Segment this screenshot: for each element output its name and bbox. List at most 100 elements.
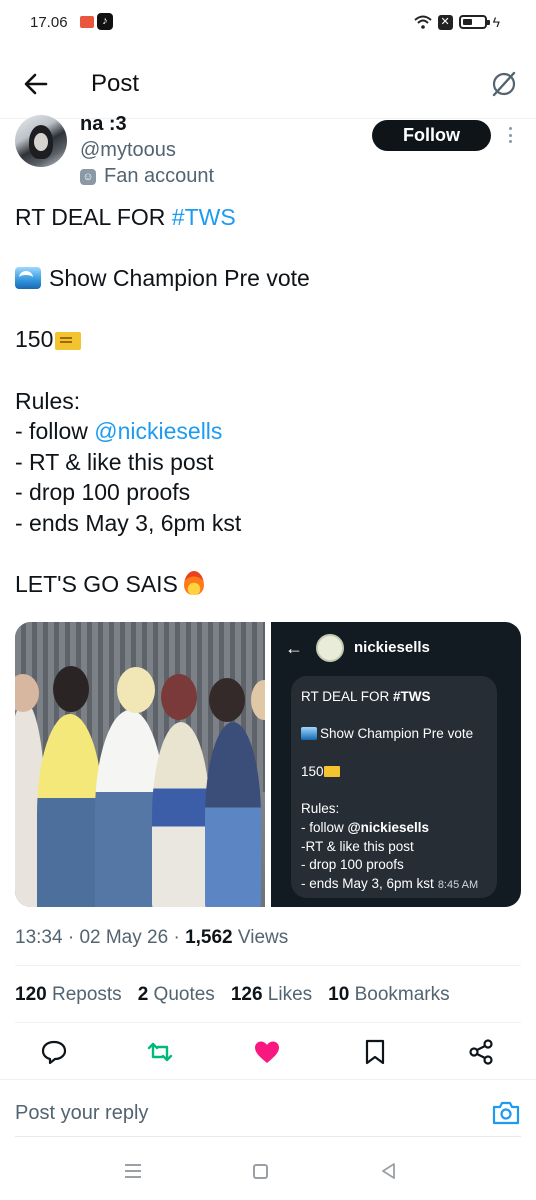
hashtag-link[interactable]: #TWS bbox=[172, 204, 236, 230]
likes-stat[interactable]: 126 Likes bbox=[231, 984, 312, 1006]
ss-rule-3: - drop 100 proofs bbox=[301, 857, 404, 873]
views-label: Views bbox=[237, 927, 289, 948]
ticket-icon bbox=[323, 765, 340, 777]
no-sim-icon: ✕ bbox=[437, 14, 453, 30]
share-icon[interactable] bbox=[466, 1037, 496, 1067]
status-time: 17.06 bbox=[30, 14, 68, 31]
arrow-left-icon: ← bbox=[285, 638, 303, 658]
photo-person bbox=[37, 714, 103, 907]
like-heart-icon[interactable] bbox=[252, 1037, 282, 1067]
rule-2: - RT & like this post bbox=[15, 448, 214, 475]
photo-head bbox=[53, 666, 89, 712]
water-wave-icon bbox=[15, 267, 41, 290]
reposts-label: Reposts bbox=[51, 984, 122, 1005]
system-nav-bar bbox=[0, 1148, 536, 1200]
dm-screenshot[interactable]: ← nickiesells RT DEAL FOR #TWS Show Cham… bbox=[271, 622, 521, 907]
page-title: Post bbox=[91, 70, 140, 97]
divider bbox=[15, 1022, 521, 1023]
bookmark-icon[interactable] bbox=[360, 1037, 390, 1067]
bookmarks-label: Bookmarks bbox=[354, 984, 450, 1005]
tweet-line-3: 150 bbox=[15, 324, 521, 355]
rule-1: - follow @nickiesells bbox=[15, 416, 521, 447]
author-name[interactable]: na :3 bbox=[80, 113, 127, 136]
reply-icon[interactable] bbox=[39, 1037, 69, 1067]
photo-head bbox=[117, 667, 155, 713]
media-grid: ← nickiesells RT DEAL FOR #TWS Show Cham… bbox=[15, 622, 521, 907]
ss-rule-4: - ends May 3, 6pm kst 8:45 AM bbox=[301, 875, 487, 894]
avatar-face bbox=[34, 133, 48, 151]
more-options-icon[interactable] bbox=[504, 124, 516, 146]
back-triangle-icon[interactable] bbox=[380, 1162, 398, 1180]
divider bbox=[15, 1136, 521, 1137]
ss-rule-4-text: - ends May 3, 6pm kst bbox=[301, 875, 434, 891]
bookmarks-count: 10 bbox=[328, 984, 350, 1005]
tweet-line-1: RT DEAL FOR #TWS bbox=[15, 202, 521, 233]
quotes-label: Quotes bbox=[153, 984, 215, 1005]
rules-title: Rules: bbox=[15, 387, 81, 414]
ss-mention: @nickiesells bbox=[347, 819, 429, 835]
ss-rule-1: - follow @nickiesells bbox=[301, 819, 487, 838]
nickiesells-avatar bbox=[316, 634, 344, 662]
tweet-text: RT DEAL FOR #TWS Show Champion Pre vote … bbox=[15, 202, 521, 600]
rule-4: - ends May 3, 6pm kst bbox=[15, 509, 242, 536]
grok-icon[interactable] bbox=[490, 70, 518, 98]
likes-label: Likes bbox=[267, 984, 313, 1005]
tweet-text-prefix: RT DEAL FOR bbox=[15, 204, 172, 230]
engagement-stats: 120 Reposts 2 Quotes 126 Likes 10 Bookma… bbox=[15, 984, 450, 1006]
quotes-count: 2 bbox=[137, 984, 149, 1005]
photo-head bbox=[161, 674, 197, 720]
repost-icon[interactable] bbox=[145, 1037, 175, 1067]
arrow-left-icon[interactable] bbox=[22, 70, 50, 98]
ss-line-2: Show Champion Pre vote bbox=[301, 725, 487, 744]
closing-text: LET'S GO SAIS bbox=[15, 571, 178, 598]
screenshot-account-name: nickiesells bbox=[354, 639, 430, 656]
fire-icon bbox=[183, 571, 204, 596]
post-meta: 13:34 · 02 May 26 · 1,562 Views bbox=[15, 927, 289, 948]
author-handle[interactable]: @mytoous bbox=[80, 139, 176, 162]
recent-apps-icon[interactable] bbox=[125, 1164, 141, 1178]
top-bar: Post bbox=[0, 58, 536, 114]
likes-count: 126 bbox=[230, 984, 263, 1005]
rule-3: - drop 100 proofs bbox=[15, 479, 191, 506]
post-date: 02 May 26 bbox=[79, 927, 169, 948]
tweet-line-2-text: Show Champion Pre vote bbox=[49, 265, 310, 292]
divider bbox=[0, 1079, 536, 1080]
ss-line-3: 150 bbox=[301, 763, 487, 782]
reply-input[interactable]: Post your reply bbox=[15, 1102, 148, 1125]
mention-link[interactable]: @nickiesells bbox=[94, 418, 222, 444]
status-right: ✕ ϟ bbox=[413, 13, 500, 31]
avatar[interactable] bbox=[15, 115, 67, 167]
ss-rule-2: -RT & like this post bbox=[301, 838, 414, 854]
notification-app-icon bbox=[80, 16, 94, 28]
charging-icon: ϟ bbox=[492, 14, 500, 30]
bookmarks-stat[interactable]: 10 Bookmarks bbox=[328, 984, 449, 1006]
rule-1-prefix: - follow bbox=[15, 418, 95, 445]
wifi-icon bbox=[413, 15, 432, 29]
home-icon[interactable] bbox=[253, 1164, 268, 1179]
action-bar bbox=[0, 1034, 536, 1070]
reposts-stat[interactable]: 120 Reposts bbox=[15, 984, 122, 1006]
ss-line-1: RT DEAL FOR #TWS bbox=[301, 688, 487, 707]
ss-line-1-prefix: RT DEAL FOR bbox=[301, 689, 394, 704]
tweet-closing: LET'S GO SAIS bbox=[15, 569, 521, 600]
quotes-stat[interactable]: 2 Quotes bbox=[138, 984, 215, 1006]
ss-rules-title: Rules: bbox=[301, 801, 340, 817]
group-photo[interactable] bbox=[15, 622, 265, 907]
battery-fill bbox=[462, 19, 472, 25]
ss-line-3-text: 150 bbox=[301, 763, 324, 779]
photo-person bbox=[205, 722, 261, 907]
follow-button[interactable]: Follow bbox=[372, 120, 491, 151]
tweet-line-3-text: 150 bbox=[15, 326, 54, 353]
status-bar: 17.06 ♪ ✕ ϟ bbox=[0, 0, 536, 46]
reposts-count: 120 bbox=[15, 984, 47, 1005]
views-count: 1,562 bbox=[185, 927, 233, 948]
fan-account-text: Fan account bbox=[104, 165, 215, 187]
message-bubble: RT DEAL FOR #TWS Show Champion Pre vote … bbox=[291, 676, 497, 898]
camera-icon[interactable] bbox=[492, 1100, 520, 1126]
